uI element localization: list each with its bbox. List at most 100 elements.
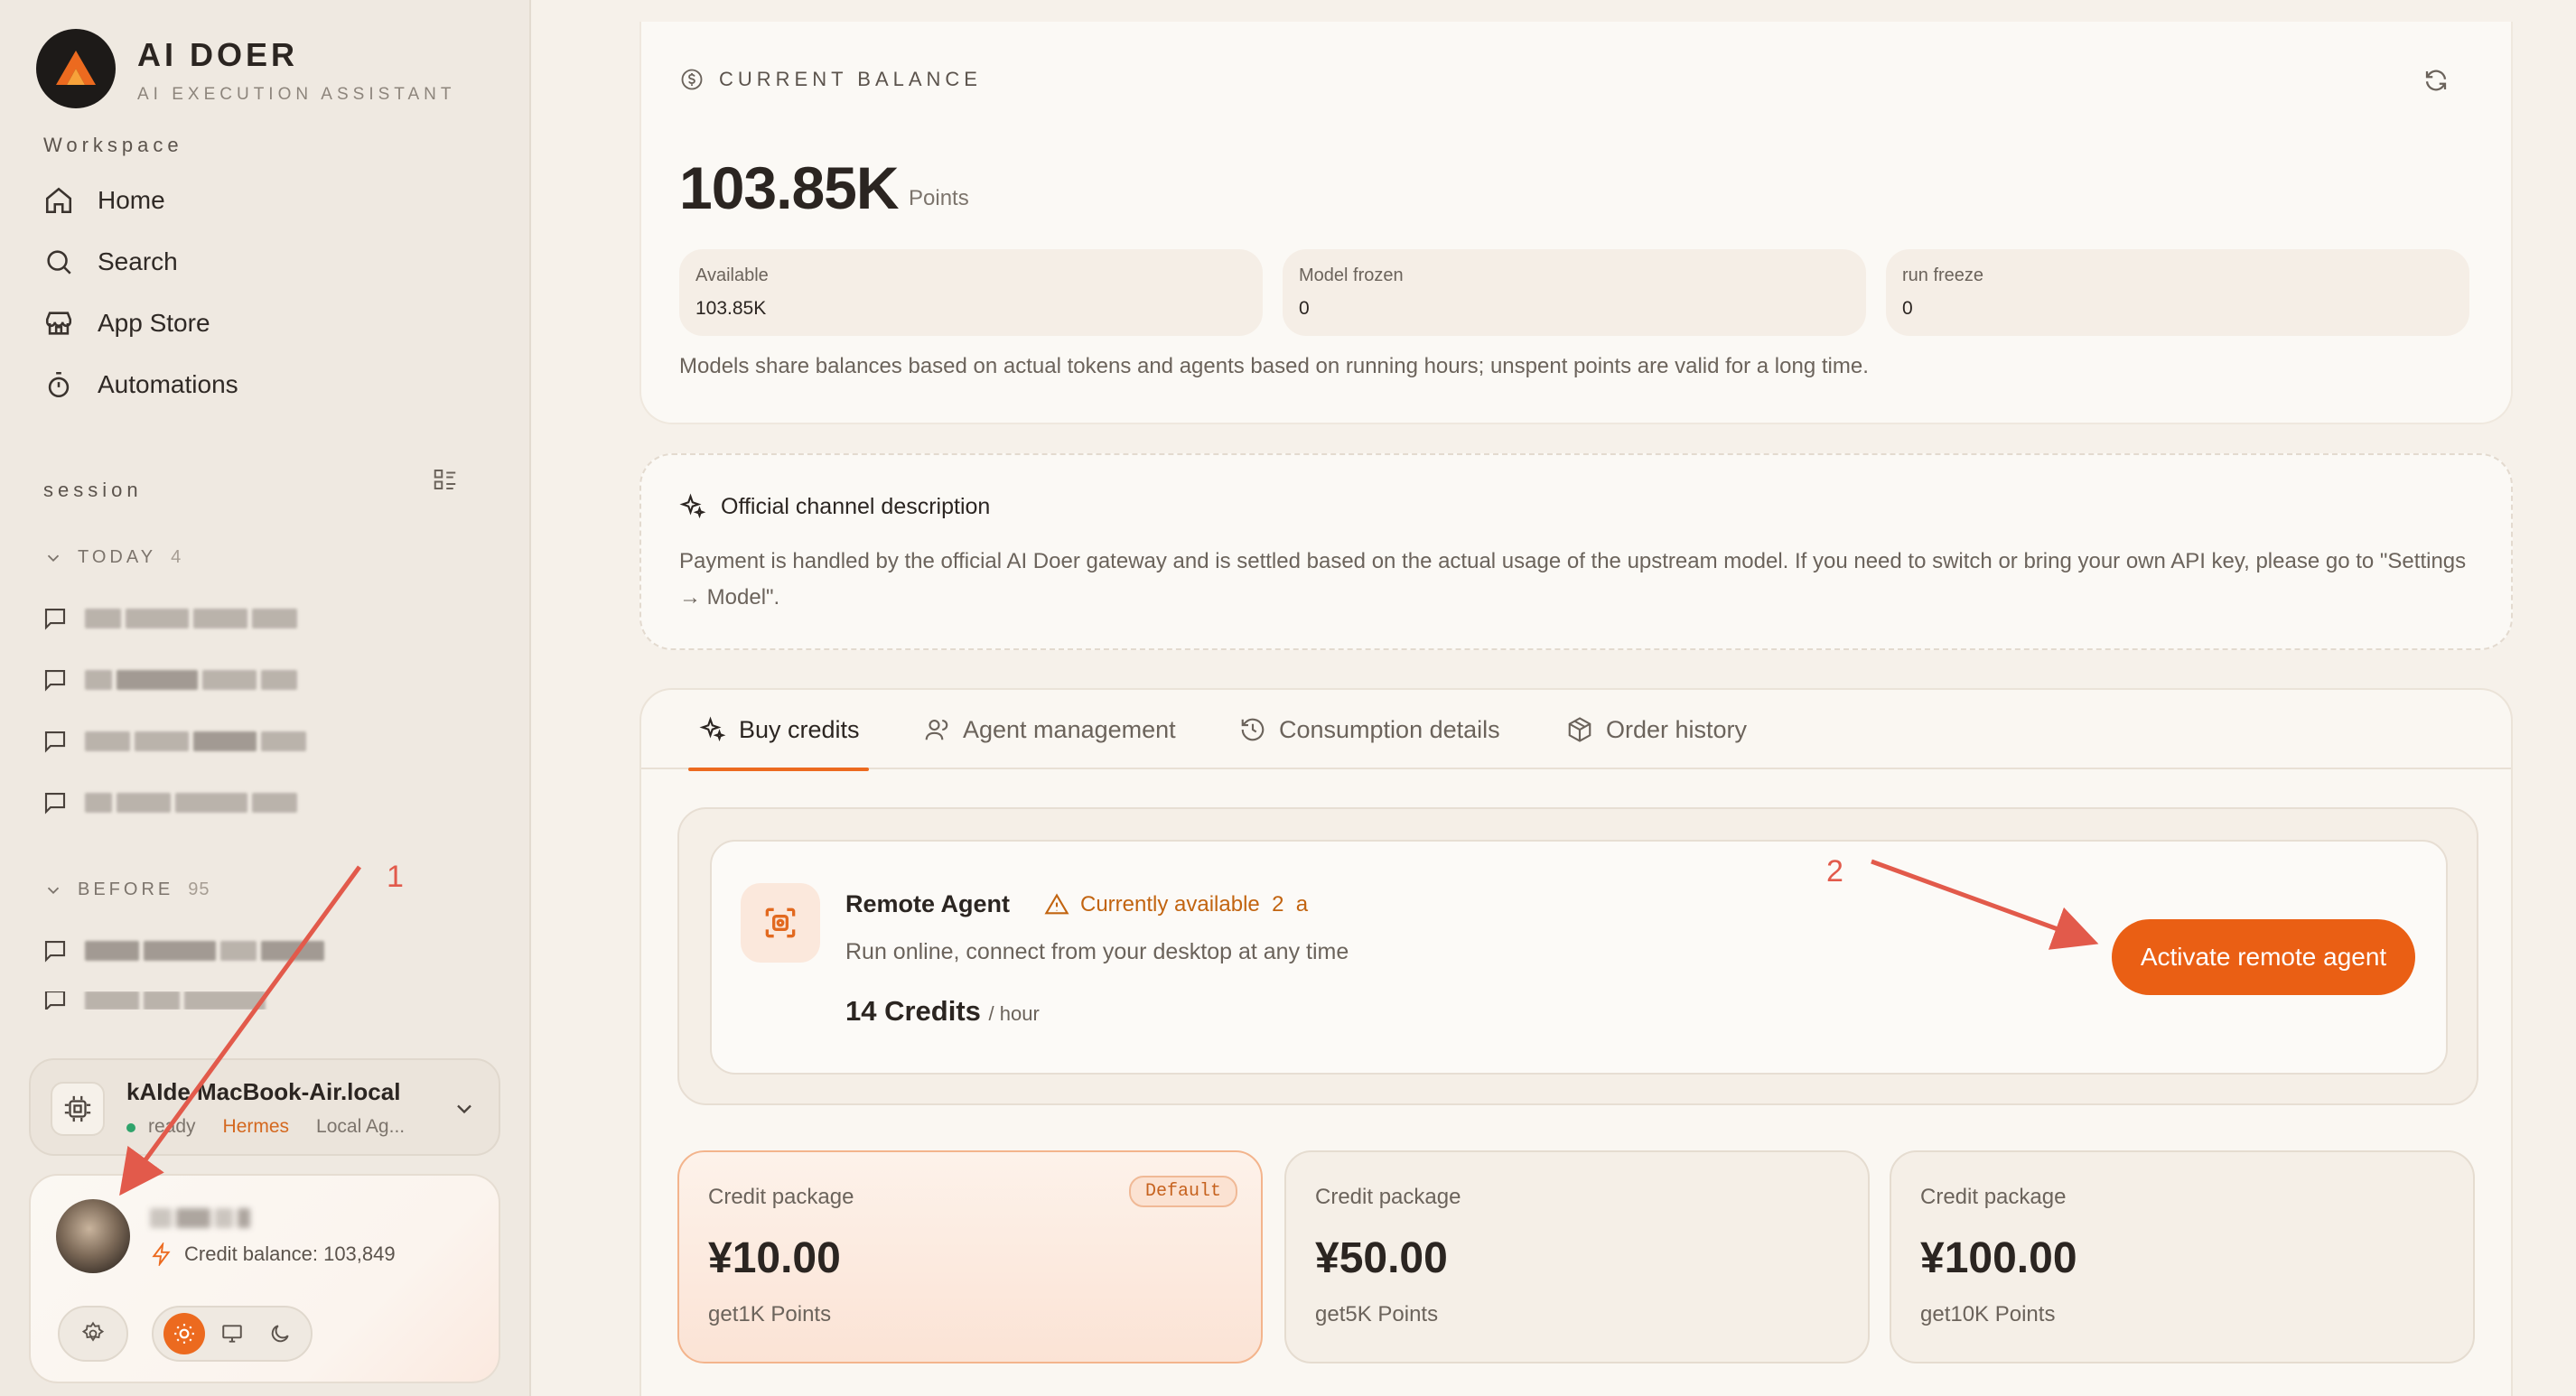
chat-bubble-icon (44, 731, 66, 753)
coin-icon (681, 69, 703, 90)
lightning-icon (152, 1242, 171, 1266)
nav-item-label: Automations (98, 370, 238, 398)
default-badge: Default (1128, 1176, 1237, 1207)
search-icon (47, 250, 71, 275)
device-status: ready (148, 1116, 196, 1137)
user-icon (925, 719, 948, 740)
billing-tab-panel: Buy credits Agent management Consumption… (639, 688, 2513, 1396)
store-icon (45, 312, 72, 335)
workspace-label: Workspace (43, 134, 183, 156)
stat-run-freeze: run freeze 0 (1886, 249, 2469, 336)
activate-remote-agent-button[interactable]: Activate remote agent (2112, 919, 2415, 995)
channel-description-card: Official channel description Payment is … (639, 453, 2513, 650)
remote-agent-section: Remote Agent Currently available 2 a Run… (677, 807, 2478, 1105)
tab-consumption-details[interactable]: Consumption details (1239, 690, 1500, 769)
device-mode: Local Ag... (316, 1116, 406, 1137)
tab-buy-credits[interactable]: Buy credits (688, 690, 869, 771)
package-icon (1568, 717, 1591, 742)
timer-icon (48, 371, 70, 398)
nav-item-label: App Store (98, 309, 210, 337)
remote-agent-description: Run online, connect from your desktop at… (845, 939, 1349, 964)
redacted-session-title (85, 793, 297, 813)
credit-balance: Credit balance: 103,849 (150, 1242, 396, 1266)
session-item[interactable] (42, 782, 493, 824)
refresh-icon[interactable] (2422, 67, 2450, 94)
device-agent: Hermes (222, 1116, 290, 1137)
device-name: kAIde MacBook-Air.local (126, 1078, 401, 1105)
nav-item-automations[interactable]: Automations (43, 359, 477, 410)
theme-switcher (152, 1306, 313, 1362)
session-item[interactable] (42, 930, 493, 972)
session-label: session (43, 479, 143, 501)
sparkle-icon (679, 493, 706, 519)
theme-light-button[interactable] (163, 1313, 206, 1354)
gear-icon (81, 1321, 105, 1342)
nav-item-search[interactable]: Search (43, 237, 477, 287)
theme-system-button[interactable] (211, 1313, 253, 1354)
tab-order-history[interactable]: Order history (1566, 690, 1747, 769)
annotation-number-2: 2 (1826, 854, 1843, 889)
warning-icon (1044, 893, 1069, 915)
session-item[interactable] (42, 659, 493, 701)
tab-bar: Buy credits Agent management Consumption… (641, 690, 2511, 771)
device-selector[interactable]: kAIde MacBook-Air.local ready Hermes Loc… (29, 1058, 500, 1156)
nav-item-label: Search (98, 247, 178, 275)
avatar[interactable] (56, 1199, 130, 1273)
stat-model-frozen: Model frozen 0 (1283, 249, 1866, 336)
redacted-session-title (85, 941, 324, 961)
credit-package-10[interactable]: Credit package Default ¥10.00 get1K Poin… (677, 1150, 1263, 1363)
stat-available: Available 103.85K (679, 249, 1263, 336)
session-item[interactable] (42, 721, 493, 762)
chat-bubble-icon (44, 608, 66, 630)
balance-card: CURRENT BALANCE 103.85K Points Available… (639, 22, 2513, 424)
session-item[interactable] (42, 991, 493, 1010)
group-today[interactable]: TODAY 4 (43, 547, 182, 568)
user-card: Credit balance: 103,849 (29, 1174, 500, 1383)
brand-name: AI DOER (137, 36, 299, 73)
balance-label: CURRENT BALANCE (719, 68, 982, 90)
brand-logo-icon (36, 29, 116, 108)
availability-badge: Currently available 2 a (1044, 892, 1308, 917)
home-icon (45, 187, 72, 214)
history-icon (1241, 718, 1265, 741)
sparkle-icon (699, 716, 726, 742)
monitor-icon (222, 1325, 242, 1343)
moon-icon (271, 1325, 289, 1343)
nav-item-home[interactable]: Home (43, 175, 477, 226)
channel-title: Official channel description (679, 493, 990, 520)
chat-bubble-icon (44, 792, 66, 814)
settings-button[interactable] (58, 1306, 128, 1362)
remote-agent-price: 14 Credits / hour (845, 995, 1040, 1027)
device-meta: ready Hermes Local Ag... (126, 1116, 405, 1138)
balance-note: Models share balances based on actual to… (679, 354, 1869, 378)
nav-item-label: Home (98, 186, 165, 214)
redacted-session-title (85, 991, 266, 1010)
annotation-number-1: 1 (387, 860, 404, 894)
chevron-down-icon (457, 1104, 471, 1114)
redacted-session-title (85, 731, 306, 751)
session-list-toggle-icon[interactable] (432, 466, 459, 493)
sidebar: AI DOER AI EXECUTION ASSISTANT Workspace… (0, 0, 531, 1396)
chat-bubble-icon (44, 940, 66, 963)
balance-header: CURRENT BALANCE (679, 67, 982, 92)
chevron-down-icon (47, 887, 60, 894)
chat-bubble-icon (44, 991, 66, 1010)
remote-agent-icon (741, 883, 820, 963)
balance-value: 103.85K (679, 154, 900, 221)
session-item[interactable] (42, 598, 493, 639)
redacted-session-title (85, 609, 297, 628)
channel-body: Payment is handled by the official AI Do… (679, 549, 2467, 610)
credit-package-100[interactable]: Credit package ¥100.00 get10K Points (1890, 1150, 2475, 1363)
tab-agent-management[interactable]: Agent management (923, 690, 1176, 769)
theme-dark-button[interactable] (259, 1313, 301, 1354)
remote-agent-card: Remote Agent Currently available 2 a Run… (710, 840, 2448, 1075)
chat-bubble-icon (44, 669, 66, 692)
credit-package-50[interactable]: Credit package ¥50.00 get5K Points (1284, 1150, 1870, 1363)
chip-icon (51, 1082, 105, 1136)
sun-icon (174, 1324, 195, 1344)
nav-item-app-store[interactable]: App Store (43, 298, 477, 349)
redacted-user-name (150, 1208, 250, 1228)
status-dot (126, 1123, 135, 1132)
group-before[interactable]: BEFORE 95 (43, 879, 210, 900)
redacted-session-title (85, 670, 297, 690)
